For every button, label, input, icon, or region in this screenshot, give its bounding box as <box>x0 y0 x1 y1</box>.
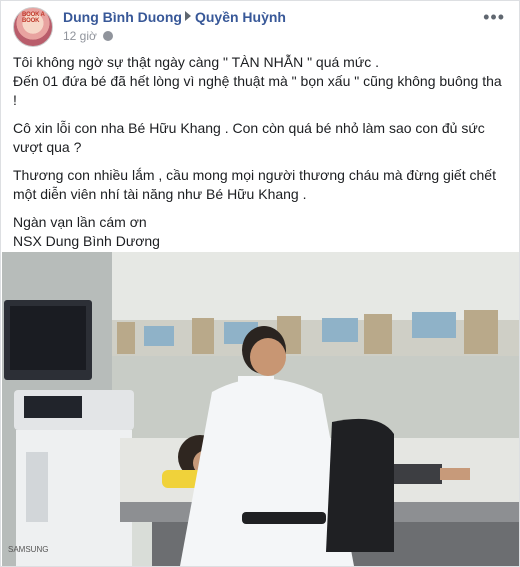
more-options-icon[interactable]: ••• <box>483 7 505 28</box>
globe-icon[interactable] <box>103 31 114 41</box>
post-header: BOOK A BOOK Dung Bình Duong Quyền Huỳnh 1… <box>13 7 511 47</box>
avatar-logo-text: BOOK A BOOK <box>22 12 45 24</box>
photo-brand-text: SAMSUNG <box>8 545 48 554</box>
post-paragraph-1: Tôi không ngờ sự thật ngày càng " TÀN NH… <box>13 54 502 108</box>
hospital-scene-image: SAMSUNG <box>2 252 519 566</box>
post-paragraph-2: Cô xin lỗi con nha Bé Hữu Khang . Con cò… <box>13 120 485 155</box>
post-paragraph-3: Thương con nhiều lắm , cầu mong mọi ngườ… <box>13 167 496 202</box>
shared-to-arrow-icon <box>184 11 191 21</box>
post-paragraph-4: Ngàn vạn lần cám ơn NSX Dung Bình Dương <box>13 214 160 249</box>
post-timestamp[interactable]: 12 giờ <box>63 29 97 43</box>
post-photo[interactable]: SAMSUNG <box>2 252 519 566</box>
post-meta: 12 giờ <box>63 29 114 43</box>
post-author-line: Dung Bình Duong Quyền Huỳnh <box>63 9 286 25</box>
target-name-link[interactable]: Quyền Huỳnh <box>195 9 286 25</box>
author-name-link[interactable]: Dung Bình Duong <box>63 9 182 25</box>
facebook-post: BOOK A BOOK Dung Bình Duong Quyền Huỳnh 1… <box>0 0 520 567</box>
author-avatar[interactable]: BOOK A BOOK <box>13 7 53 47</box>
post-body: Tôi không ngờ sự thật ngày càng " TÀN NH… <box>13 53 509 260</box>
